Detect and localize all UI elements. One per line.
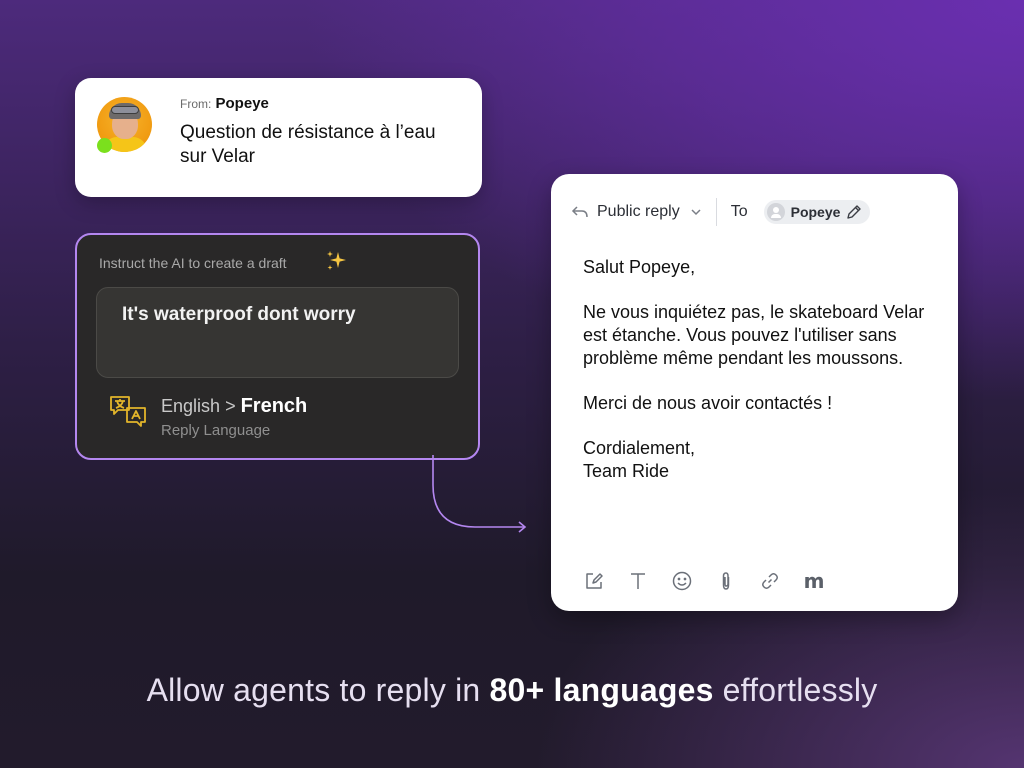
text-format-button[interactable] bbox=[627, 570, 649, 592]
thanks-line: Merci de nous avoir contactés ! bbox=[583, 393, 833, 413]
emoji-button[interactable] bbox=[671, 570, 693, 592]
greeting: Salut Popeye, bbox=[583, 257, 696, 277]
ai-prompt-input[interactable]: It's waterproof dont worry bbox=[96, 287, 459, 378]
marketing-tagline: Allow agents to reply in 80+ languages e… bbox=[0, 672, 1024, 709]
chevron-down-icon[interactable] bbox=[690, 207, 702, 217]
recipient-avatar-icon bbox=[766, 203, 785, 221]
sign-off: Cordialement, bbox=[583, 438, 696, 458]
flow-arrow-icon bbox=[432, 455, 527, 533]
composer-toolbar: m bbox=[583, 570, 847, 592]
language-separator: > bbox=[225, 396, 236, 416]
link-button[interactable] bbox=[759, 570, 781, 592]
attachment-icon bbox=[722, 572, 730, 590]
ai-draft-panel: Instruct the AI to create a draft It's w… bbox=[75, 233, 480, 460]
target-language: French bbox=[240, 395, 308, 417]
ticket-subject: Question de résistance à l’eau sur Velar bbox=[180, 122, 436, 167]
edit-pencil-icon[interactable] bbox=[846, 204, 862, 220]
translate-icon bbox=[110, 396, 146, 427]
reply-language-caption: Reply Language bbox=[161, 422, 271, 439]
source-language: English bbox=[161, 396, 221, 416]
language-selector[interactable]: English > French bbox=[161, 395, 307, 418]
signature-team: Team Ride bbox=[583, 461, 670, 481]
reply-body-editor[interactable]: Salut Popeye, Ne vous inquiétez pas, le … bbox=[583, 256, 943, 483]
compose-button[interactable] bbox=[583, 570, 605, 592]
compose-icon bbox=[586, 573, 603, 589]
from-label: From: bbox=[180, 97, 212, 111]
macro-button[interactable]: m bbox=[803, 570, 825, 592]
tagline-highlight: 80+ languages bbox=[489, 672, 714, 708]
sender-name: Popeye bbox=[215, 95, 269, 112]
reply-composer: Public reply To Popeye Salut Popeye, Ne … bbox=[551, 174, 958, 611]
header-divider bbox=[715, 198, 717, 226]
text-format-icon bbox=[631, 573, 645, 589]
to-label: To bbox=[730, 203, 748, 220]
recipient-name: Popeye bbox=[790, 204, 841, 220]
emoji-icon bbox=[672, 571, 692, 591]
online-status-indicator bbox=[97, 138, 112, 153]
incoming-ticket-card[interactable]: From: Popeye Question de résistance à l’… bbox=[75, 78, 482, 197]
macro-icon: m bbox=[803, 569, 825, 593]
tagline-prefix: Allow agents to reply in bbox=[146, 672, 481, 708]
reply-arrow-icon bbox=[571, 206, 588, 218]
recipient-chip[interactable]: Popeye bbox=[763, 200, 871, 224]
signature: Cordialement, Team Ride bbox=[583, 437, 943, 483]
sender-line: From: Popeye bbox=[180, 95, 269, 112]
sparkle-icon bbox=[327, 251, 346, 270]
reply-type-dropdown[interactable]: Public reply bbox=[597, 203, 680, 221]
link-icon bbox=[762, 573, 778, 589]
body-paragraph: Ne vous inquiétez pas, le skateboard Vel… bbox=[583, 302, 925, 368]
tagline-suffix: effortlessly bbox=[722, 672, 878, 708]
attachment-button[interactable] bbox=[715, 570, 737, 592]
ai-instruction-label: Instruct the AI to create a draft bbox=[99, 255, 287, 271]
reply-header: Public reply To Popeye bbox=[571, 198, 871, 226]
